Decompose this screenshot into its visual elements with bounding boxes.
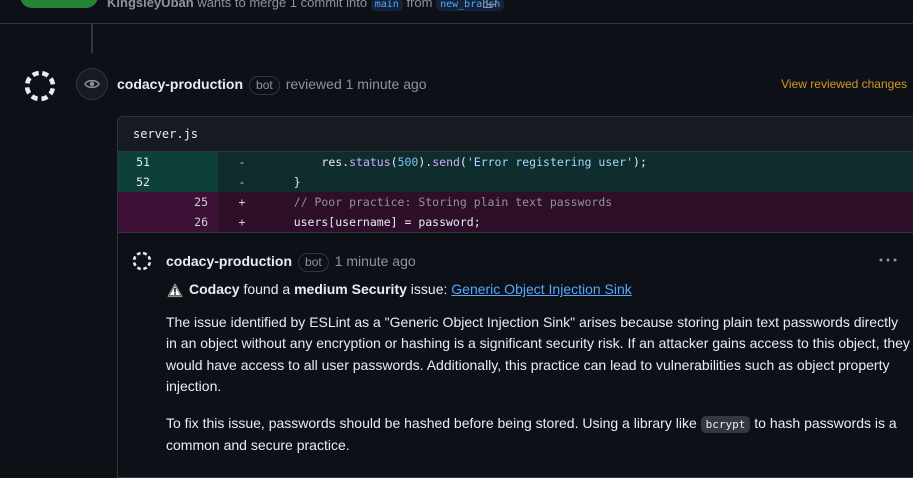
line-number-cell[interactable]: 52	[118, 172, 218, 192]
diff-sign: -	[238, 175, 246, 189]
diff-sign: +	[238, 215, 246, 229]
file-header: server.js	[118, 117, 913, 152]
warning-icon	[166, 282, 184, 298]
merge-text: wants to merge 1 commit into	[197, 0, 368, 10]
pr-merge-summary: KingsleyUbah wants to merge 1 commit int…	[107, 0, 505, 11]
bot-badge: bot	[298, 253, 329, 272]
diff-line: 52 - }	[118, 172, 913, 192]
comment-paragraph: To fix this issue, passwords should be h…	[166, 414, 897, 454]
review-thread-box: server.js 51 - res.status(500).send('Err…	[117, 116, 913, 478]
reviewer-name-link[interactable]: codacy-production	[117, 76, 243, 92]
line-number-cell[interactable]: 51	[118, 152, 218, 172]
severity-text: medium Security	[294, 281, 407, 297]
code-line: }	[266, 175, 301, 189]
pr-author-link[interactable]: KingsleyUbah	[107, 0, 194, 10]
comment-timestamp-link[interactable]: 1 minute ago	[335, 253, 416, 269]
kebab-menu-icon[interactable]	[878, 255, 898, 265]
file-name-link[interactable]: server.js	[133, 127, 198, 141]
comment-header: codacy-production bot 1 minute ago	[166, 253, 416, 272]
line-number-cell[interactable]: 25	[118, 192, 218, 212]
view-reviewed-changes-link[interactable]: View reviewed changes	[781, 77, 907, 91]
timeline-line	[91, 23, 93, 53]
review-action-text[interactable]: reviewed 1 minute ago	[286, 76, 427, 92]
pr-state-badge	[20, 0, 98, 8]
code-line: // Poor practice: Storing plain text pas…	[266, 195, 613, 209]
diff-table: 51 - res.status(500).send('Error registe…	[118, 152, 913, 232]
bot-badge: bot	[249, 76, 280, 95]
diff-line: 25 + // Poor practice: Storing plain tex…	[118, 192, 913, 212]
divider	[118, 232, 913, 233]
copy-icon[interactable]	[483, 0, 497, 8]
from-text: from	[406, 0, 433, 10]
code-line: res.status(500).send('Error registering …	[321, 155, 647, 169]
comment-paragraph: The issue identified by ESLint as a "Gen…	[166, 313, 910, 395]
eye-icon	[84, 79, 100, 89]
comment-body: Codacy found a medium Security issue: Ge…	[166, 279, 911, 472]
diff-sign: +	[238, 195, 246, 209]
diff-line: 51 - res.status(500).send('Error registe…	[118, 152, 913, 172]
comment-author-link[interactable]: codacy-production	[166, 253, 292, 269]
codacy-logo-icon[interactable]	[131, 250, 153, 272]
issue-link[interactable]: Generic Object Injection Sink	[451, 281, 632, 297]
review-summary: codacy-production bot reviewed 1 minute ag…	[117, 76, 427, 95]
base-branch-label[interactable]: main	[370, 0, 403, 11]
inline-code: bcrypt	[700, 415, 751, 433]
issue-summary: Codacy found a medium Security issue: Ge…	[166, 279, 911, 301]
diff-sign: -	[238, 155, 246, 169]
codacy-logo-icon[interactable]	[20, 66, 60, 106]
code-line: users[username] = password;	[266, 215, 481, 229]
review-event-badge	[76, 68, 108, 100]
diff-line: 26 + users[username] = password;	[118, 212, 913, 232]
codacy-brand-text: Codacy	[189, 281, 240, 297]
line-number-cell[interactable]: 26	[118, 212, 218, 232]
pr-header-bar: KingsleyUbah wants to merge 1 commit int…	[0, 0, 913, 24]
